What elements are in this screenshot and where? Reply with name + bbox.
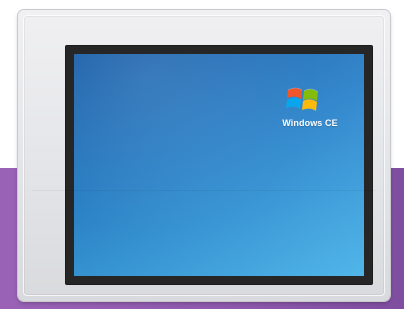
desktop-screen: Windows CE [74, 54, 364, 276]
screen-bezel: Windows CE [66, 46, 372, 284]
windows-ce-label: Windows CE [282, 118, 338, 128]
windows-flag-icon [286, 87, 319, 111]
device-frame: Windows CE [18, 10, 390, 301]
windows-ce-logo: Windows CE [270, 84, 350, 134]
